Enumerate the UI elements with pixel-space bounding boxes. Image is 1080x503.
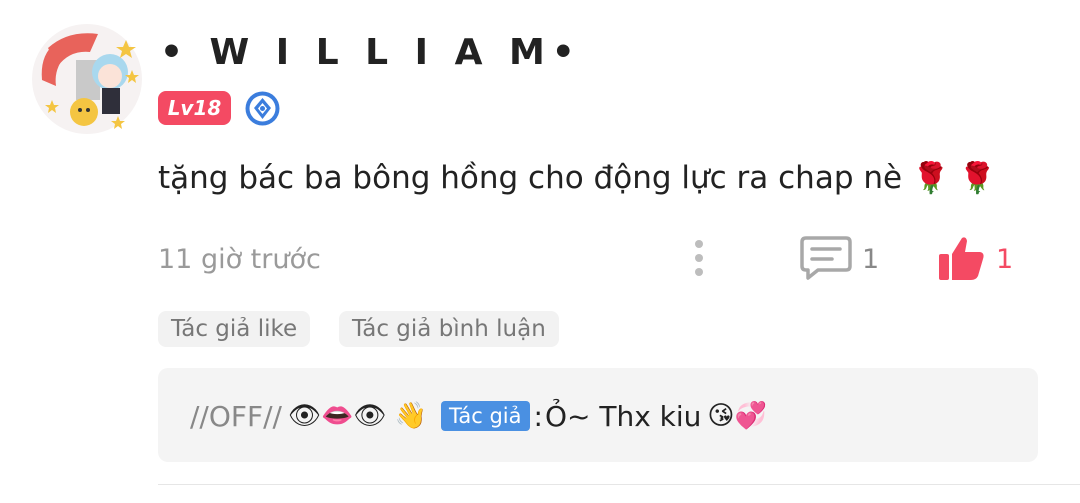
like-count: 1 — [996, 244, 1014, 275]
reply-icon[interactable] — [800, 234, 852, 280]
reply-text-emojis: 😘💞 — [707, 401, 767, 431]
username[interactable]: • W I L L I A M• — [160, 32, 582, 73]
reply-username[interactable]: //OFF// — [190, 400, 282, 433]
reply-count: 1 — [862, 244, 880, 275]
author-reply-tag: Tác giả bình luận — [339, 311, 559, 347]
more-options-icon[interactable] — [684, 238, 714, 278]
level-badge: Lv18 — [158, 91, 231, 125]
reply-preview[interactable]: //OFF// 👁👄👁 👋 Tác giả : Ỏ~ Thx kiu 😘💞 — [158, 368, 1038, 462]
reply-user-emojis: 👁👄👁 👋 — [287, 401, 428, 431]
reply-separator: : — [533, 399, 543, 433]
rank-badge-icon — [245, 91, 280, 126]
user-avatar[interactable] — [28, 20, 146, 138]
author-badge: Tác giả — [441, 401, 530, 431]
comment-body: tặng bác ba bông hồng cho động lực ra ch… — [158, 160, 903, 196]
comment-timestamp: 11 giờ trước — [158, 244, 321, 275]
reply-text: Ỏ~ Thx kiu — [544, 399, 702, 433]
divider — [158, 484, 1080, 485]
like-thumb-icon[interactable] — [936, 234, 986, 282]
author-like-tag: Tác giả like — [158, 311, 311, 347]
rose-emoji: 🌹 🌹 — [911, 161, 997, 196]
reply-line: //OFF// 👁👄👁 👋 Tác giả : Ỏ~ Thx kiu 😘💞 — [190, 394, 767, 438]
comment-text: tặng bác ba bông hồng cho động lực ra ch… — [158, 160, 996, 196]
